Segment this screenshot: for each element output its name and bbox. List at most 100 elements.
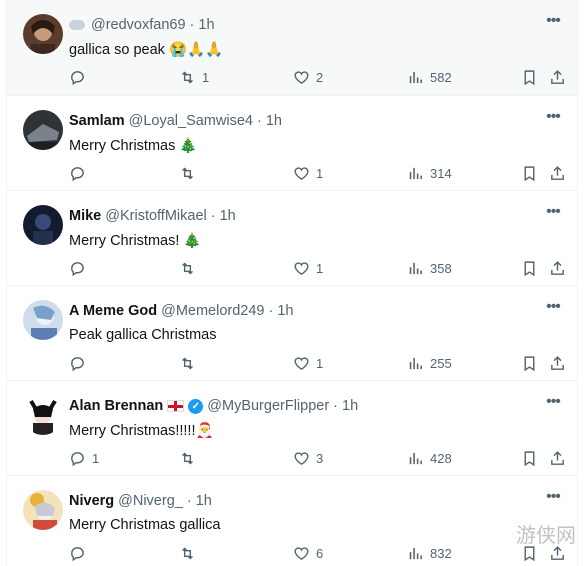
like-button[interactable]: 1 <box>293 258 323 278</box>
like-button[interactable]: 1 <box>293 353 323 373</box>
reply-button[interactable] <box>69 258 92 278</box>
tweet-text: Merry Christmas gallica <box>69 517 221 533</box>
retweet-button[interactable] <box>179 258 202 278</box>
bookmark-button[interactable] <box>521 448 538 468</box>
timestamp[interactable]: 1h <box>198 17 214 33</box>
more-options-icon[interactable]: ••• <box>543 13 563 34</box>
analytics-icon <box>409 547 422 559</box>
more-options-icon[interactable]: ••• <box>543 109 563 130</box>
avatar[interactable] <box>23 205 63 245</box>
tweet[interactable]: Alan Brennan ✓ @MyBurgerFlipper · 1h •••… <box>7 381 577 476</box>
heart-icon <box>294 70 309 84</box>
more-options-icon[interactable]: ••• <box>543 299 563 320</box>
like-button[interactable]: 6 <box>293 543 323 563</box>
retweet-icon <box>182 71 193 83</box>
retweet-button[interactable] <box>179 353 202 373</box>
tweet[interactable]: A Meme God @Memelord249 · 1h ••• Peak ga… <box>7 286 577 381</box>
timestamp[interactable]: 1h <box>266 113 282 129</box>
timestamp[interactable]: 1h <box>277 303 293 319</box>
like-count: 2 <box>316 69 324 85</box>
tweet-header: A Meme God @Memelord249 · 1h <box>69 303 293 319</box>
retweet-button[interactable] <box>179 448 202 468</box>
tweet-header: @redvoxfan69 · 1h <box>69 17 215 33</box>
retweet-button[interactable] <box>179 163 202 183</box>
views-button[interactable]: 358 <box>407 258 452 278</box>
share-icon <box>551 69 564 84</box>
separator-dot: · <box>333 398 338 414</box>
more-options-icon[interactable]: ••• <box>543 204 563 225</box>
bookmark-button[interactable] <box>521 67 538 87</box>
like-button[interactable]: 2 <box>293 67 323 87</box>
cloud-icon <box>69 20 85 30</box>
avatar[interactable] <box>23 110 63 150</box>
more-options-icon[interactable]: ••• <box>543 394 563 415</box>
reply-icon <box>71 261 84 276</box>
share-button[interactable] <box>549 163 566 183</box>
like-button[interactable]: 1 <box>293 163 323 183</box>
reply-button[interactable] <box>69 67 92 87</box>
display-name[interactable]: Mike <box>69 208 101 224</box>
display-name[interactable]: Niverg <box>69 493 114 509</box>
share-button[interactable] <box>549 353 566 373</box>
reply-button[interactable] <box>69 353 92 373</box>
timestamp[interactable]: 1h <box>342 398 358 414</box>
display-name[interactable]: Alan Brennan <box>69 398 163 414</box>
retweet-icon <box>182 452 193 464</box>
display-name[interactable]: A Meme God <box>69 303 157 319</box>
retweet-icon <box>182 262 193 274</box>
user-handle[interactable]: @Niverg_ <box>118 493 183 509</box>
avatar[interactable] <box>23 490 63 530</box>
tweet-header: Mike @KristoffMikael · 1h <box>69 208 236 224</box>
retweet-button[interactable]: 1 <box>179 67 209 87</box>
like-count: 6 <box>316 545 324 561</box>
heart-icon <box>294 166 309 180</box>
avatar[interactable] <box>23 14 63 54</box>
tweet[interactable]: Mike @KristoffMikael · 1h ••• Merry Chri… <box>7 191 577 286</box>
views-button[interactable]: 428 <box>407 448 452 468</box>
analytics-icon <box>409 357 422 369</box>
avatar[interactable] <box>23 300 63 340</box>
bookmark-button[interactable] <box>521 163 538 183</box>
share-icon <box>551 450 564 465</box>
tweet[interactable]: @redvoxfan69 · 1h ••• gallica so peak 😭🙏… <box>7 0 577 96</box>
reply-button[interactable] <box>69 163 92 183</box>
avatar[interactable] <box>23 395 63 435</box>
separator-dot: · <box>268 303 274 319</box>
bookmark-button[interactable] <box>521 353 538 373</box>
tweet-actions: 6 832 <box>69 543 569 563</box>
retweet-button[interactable] <box>179 543 202 563</box>
bookmark-button[interactable] <box>521 258 538 278</box>
views-button[interactable]: 832 <box>407 543 452 563</box>
tweet-actions: 1 314 <box>69 163 569 183</box>
display-name[interactable]: Samlam <box>69 113 125 129</box>
like-button[interactable]: 3 <box>293 448 323 468</box>
bookmark-icon <box>524 450 535 466</box>
views-button[interactable]: 255 <box>407 353 452 373</box>
views-button[interactable]: 582 <box>407 67 452 87</box>
user-handle[interactable]: @MyBurgerFlipper <box>207 398 329 414</box>
more-options-icon[interactable]: ••• <box>543 489 563 510</box>
tweet-actions: 1 2 582 <box>69 67 569 87</box>
share-button[interactable] <box>549 67 566 87</box>
user-handle[interactable]: @Memelord249 <box>161 303 264 319</box>
reply-button[interactable] <box>69 543 92 563</box>
separator-dot: · <box>256 113 262 129</box>
separator-dot: · <box>210 208 216 224</box>
tweet[interactable]: Samlam @Loyal_Samwise4 · 1h ••• Merry Ch… <box>7 96 577 191</box>
verified-badge-icon: ✓ <box>188 398 204 414</box>
tweet[interactable]: Niverg @Niverg_ · 1h ••• Merry Christmas… <box>7 476 577 566</box>
share-button[interactable] <box>549 258 566 278</box>
views-button[interactable]: 314 <box>407 163 452 183</box>
retweet-icon <box>182 167 193 179</box>
user-handle[interactable]: @Loyal_Samwise4 <box>129 113 253 129</box>
timestamp[interactable]: 1h <box>196 493 212 509</box>
user-handle[interactable]: @KristoffMikael <box>105 208 206 224</box>
heart-icon <box>294 546 309 560</box>
tweet-actions: 1 358 <box>69 258 569 278</box>
analytics-icon <box>409 167 422 179</box>
timestamp[interactable]: 1h <box>220 208 236 224</box>
tweet-text: Merry Christmas! 🎄 <box>69 233 202 249</box>
reply-button[interactable]: 1 <box>69 448 99 468</box>
user-handle[interactable]: @redvoxfan69 <box>91 17 186 33</box>
share-button[interactable] <box>549 448 566 468</box>
